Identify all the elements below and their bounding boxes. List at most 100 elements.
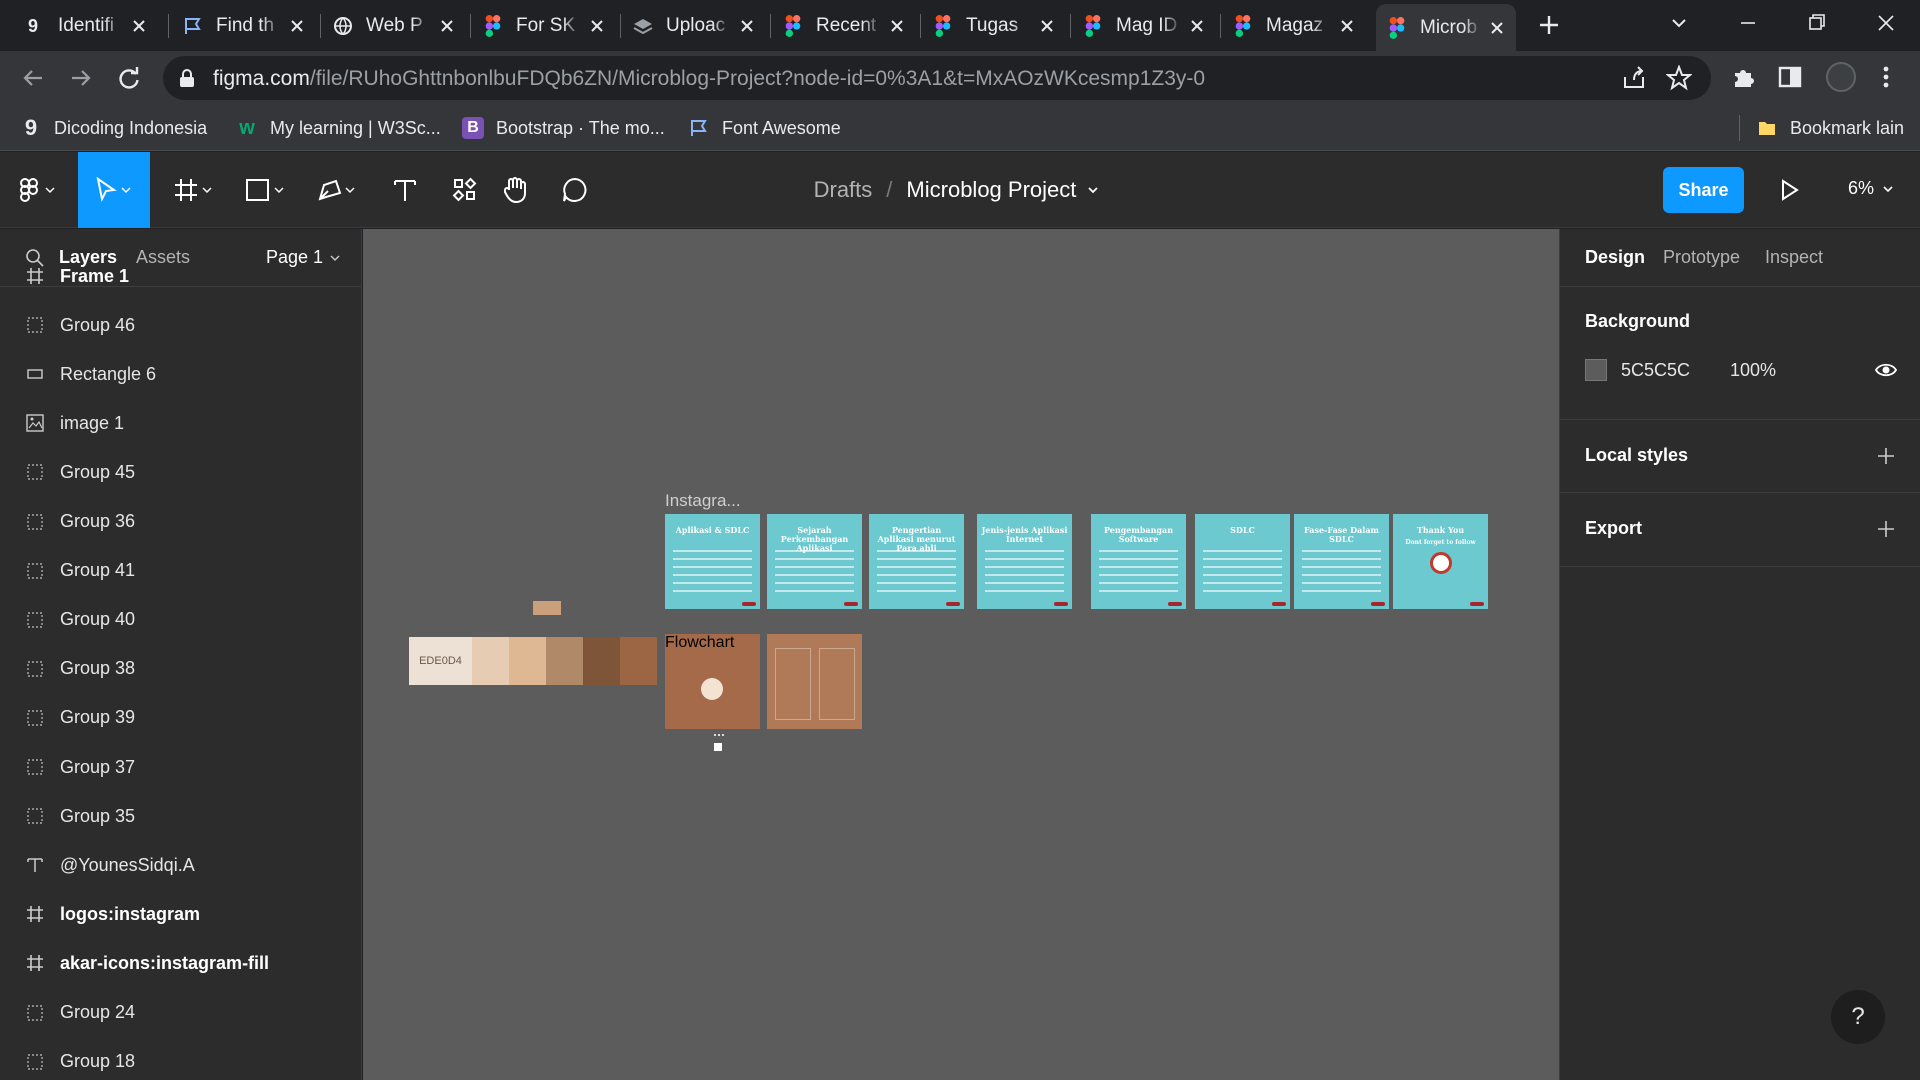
- design-canvas[interactable]: Instagra... Aplikasi & SDLC Sejarah Perke…: [363, 229, 1559, 1080]
- slide-thumbnail[interactable]: Aplikasi & SDLC: [665, 514, 760, 609]
- forward-icon[interactable]: [66, 63, 96, 93]
- add-style-icon[interactable]: [1876, 446, 1896, 466]
- color-swatch[interactable]: [533, 601, 561, 615]
- slide-thumbnail[interactable]: Pengembangan Software: [1091, 514, 1186, 609]
- layer-item[interactable]: Group 18: [0, 1038, 361, 1080]
- layer-item[interactable]: akar-icons:instagram-fill: [0, 939, 361, 987]
- tab-design[interactable]: Design: [1585, 247, 1645, 268]
- bookmark-font-awesome[interactable]: Font Awesome: [688, 113, 841, 143]
- layer-item[interactable]: logos:instagram: [0, 890, 361, 938]
- shape-tool-button[interactable]: [237, 152, 297, 228]
- close-icon[interactable]: [588, 17, 606, 35]
- close-icon[interactable]: [288, 17, 306, 35]
- layer-item[interactable]: @YounesSidqi.A: [0, 841, 361, 889]
- selection-handle[interactable]: [714, 743, 722, 751]
- layer-item[interactable]: Group 41: [0, 547, 361, 595]
- eye-icon[interactable]: [1875, 360, 1897, 380]
- comment-tool-button[interactable]: [549, 152, 601, 228]
- layer-item[interactable]: Frame 1: [0, 252, 361, 300]
- window-close-icon[interactable]: [1871, 8, 1901, 38]
- browser-tab[interactable]: Web P: [322, 6, 466, 46]
- palette-swatch[interactable]: [472, 637, 509, 685]
- bookmark-w3schools[interactable]: w My learning | W3Sc...: [236, 113, 441, 143]
- bookmark-other-folder[interactable]: Bookmark lain: [1756, 113, 1904, 143]
- bookmark-bootstrap[interactable]: B Bootstrap · The mo...: [462, 113, 665, 143]
- help-button[interactable]: ?: [1831, 990, 1885, 1044]
- address-bar[interactable]: figma.com/file/RUhoGhttnbonlbuFDQb6ZN/Mi…: [163, 56, 1711, 100]
- layer-item[interactable]: Group 37: [0, 743, 361, 791]
- main-menu-button[interactable]: [0, 152, 76, 228]
- zoom-control[interactable]: 6%: [1848, 178, 1898, 199]
- close-icon[interactable]: [1338, 17, 1356, 35]
- background-opacity-input[interactable]: 100%: [1730, 360, 1776, 381]
- layer-item[interactable]: Group 46: [0, 301, 361, 349]
- close-icon[interactable]: [438, 17, 456, 35]
- text-tool-button[interactable]: [380, 152, 430, 228]
- layer-item[interactable]: Group 40: [0, 596, 361, 644]
- background-color-swatch[interactable]: [1585, 359, 1607, 381]
- restore-icon[interactable]: [1802, 8, 1832, 38]
- browser-tab[interactable]: Magaz: [1222, 6, 1366, 46]
- layer-item[interactable]: Group 36: [0, 498, 361, 546]
- browser-tab[interactable]: Recent: [772, 6, 916, 46]
- tab-inspect[interactable]: Inspect: [1765, 247, 1823, 268]
- browser-tab[interactable]: For SK: [472, 6, 616, 46]
- profile-avatar[interactable]: [1826, 62, 1856, 92]
- layer-item[interactable]: Group 24: [0, 989, 361, 1037]
- browser-tab[interactable]: 9 Identifi: [14, 6, 158, 46]
- move-tool-button[interactable]: [78, 152, 150, 228]
- slide-thumbnail[interactable]: Thank You Dont forget to follow: [1393, 514, 1488, 609]
- share-page-icon[interactable]: [1621, 65, 1647, 91]
- color-palette[interactable]: EDE0D4: [409, 637, 657, 685]
- close-icon[interactable]: [888, 17, 906, 35]
- layer-item[interactable]: Rectangle 6: [0, 350, 361, 398]
- palette-swatch[interactable]: [546, 637, 583, 685]
- close-icon[interactable]: [738, 17, 756, 35]
- layer-item[interactable]: Group 38: [0, 645, 361, 693]
- palette-swatch[interactable]: [509, 637, 546, 685]
- browser-tab[interactable]: Mag ID: [1072, 6, 1216, 46]
- lock-icon[interactable]: [179, 69, 195, 88]
- tab-search-icon[interactable]: [1664, 8, 1694, 38]
- minimize-icon[interactable]: [1733, 8, 1763, 38]
- layer-item[interactable]: Group 39: [0, 694, 361, 742]
- slide-thumbnail[interactable]: Sejarah Perkembangan Aplikasi: [767, 514, 862, 609]
- browser-tab[interactable]: Find th: [172, 6, 316, 46]
- close-icon[interactable]: [1188, 17, 1206, 35]
- slide-thumbnail[interactable]: Flowchart: [665, 634, 760, 729]
- bookmark-star-icon[interactable]: [1666, 65, 1692, 91]
- reload-icon[interactable]: [114, 63, 144, 93]
- close-icon[interactable]: [1488, 19, 1506, 37]
- add-export-icon[interactable]: [1876, 519, 1896, 539]
- frame-label[interactable]: Instagra...: [665, 491, 741, 511]
- back-icon[interactable]: [18, 63, 48, 93]
- palette-swatch[interactable]: [583, 637, 620, 685]
- frame-tool-button[interactable]: [165, 152, 225, 228]
- slide-thumbnail[interactable]: Fase-Fase Dalam SDLC: [1294, 514, 1389, 609]
- browser-tab[interactable]: Uploac: [622, 6, 766, 46]
- close-icon[interactable]: [130, 17, 148, 35]
- resources-tool-button[interactable]: [440, 152, 490, 228]
- browser-tab[interactable]: Tugas: [922, 6, 1066, 46]
- hand-tool-button[interactable]: [490, 152, 540, 228]
- layer-item[interactable]: image 1: [0, 399, 361, 447]
- palette-swatch[interactable]: [620, 637, 657, 685]
- background-hex-input[interactable]: 5C5C5C: [1621, 360, 1690, 381]
- bookmark-dicoding[interactable]: 9 Dicoding Indonesia: [20, 113, 207, 143]
- share-button[interactable]: Share: [1663, 167, 1744, 213]
- chevron-down-icon[interactable]: [1080, 180, 1106, 200]
- slide-thumbnail[interactable]: SDLC: [1195, 514, 1290, 609]
- palette-swatch[interactable]: EDE0D4: [409, 637, 472, 685]
- extensions-icon[interactable]: [1729, 63, 1757, 91]
- side-panel-icon[interactable]: [1776, 63, 1804, 91]
- menu-kebab-icon[interactable]: [1872, 63, 1900, 91]
- slide-thumbnail[interactable]: [767, 634, 862, 729]
- breadcrumb-drafts[interactable]: Drafts: [814, 177, 873, 203]
- layer-item[interactable]: Group 45: [0, 448, 361, 496]
- slide-thumbnail[interactable]: Jenis-jenis Aplikasi Internet: [977, 514, 1072, 609]
- tab-prototype[interactable]: Prototype: [1663, 247, 1740, 268]
- close-icon[interactable]: [1038, 17, 1056, 35]
- browser-tab-active[interactable]: Microb: [1376, 4, 1516, 51]
- new-tab-icon[interactable]: [1534, 10, 1564, 40]
- present-play-icon[interactable]: [1776, 177, 1802, 203]
